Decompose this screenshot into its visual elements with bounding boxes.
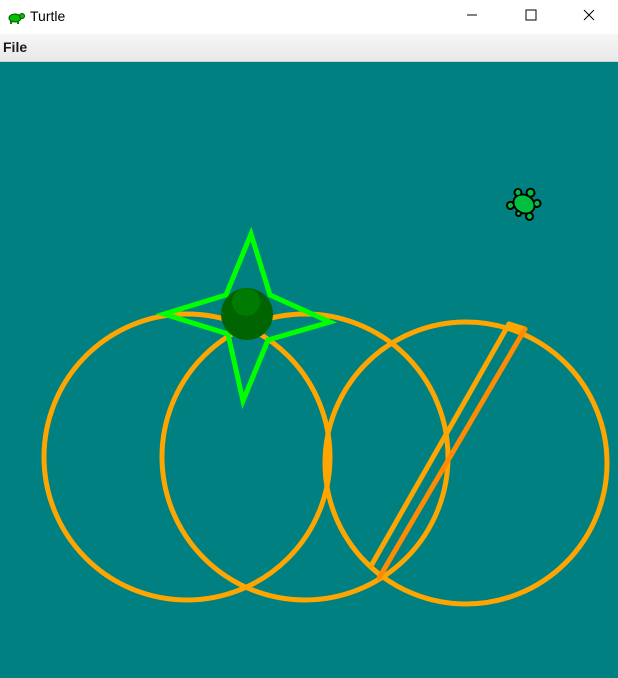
turtle-icon (7, 9, 25, 25)
window-title: Turtle (30, 8, 66, 24)
close-button[interactable] (560, 0, 618, 34)
orange-circle-right (322, 319, 610, 607)
minimize-icon (466, 8, 478, 26)
orange-circle-middle (159, 311, 451, 603)
menu-bar: File (0, 34, 618, 62)
close-icon (583, 8, 595, 26)
turtle-window: Turtle File (0, 0, 618, 678)
dark-green-dot-highlight (232, 288, 260, 316)
title-bar[interactable]: Turtle (0, 0, 618, 34)
menu-file[interactable]: File (3, 39, 27, 55)
diagonal-line-3 (376, 326, 528, 581)
maximize-button[interactable] (502, 0, 560, 34)
turtle-canvas[interactable] (0, 62, 618, 678)
maximize-icon (525, 8, 537, 26)
orange-circle-left (41, 311, 333, 603)
diagonal-line-1 (368, 321, 512, 569)
drawing-surface (41, 187, 610, 607)
turtle-cursor (505, 187, 542, 221)
minimize-button[interactable] (443, 0, 501, 34)
